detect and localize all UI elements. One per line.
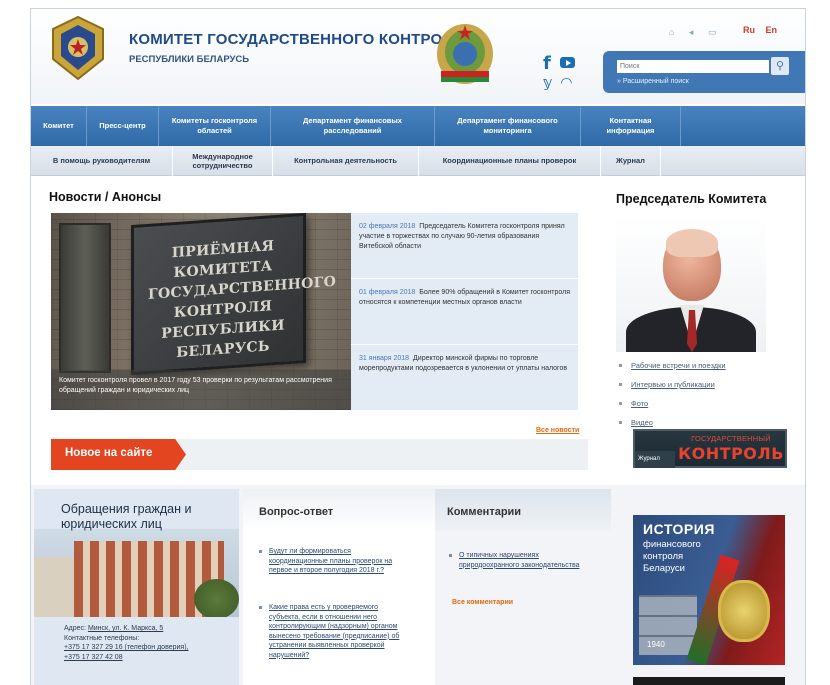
language-switcher: Ru En xyxy=(743,25,785,35)
news-item[interactable]: 31 января 2018 Директор минской фирмы по … xyxy=(351,345,578,411)
chairman-link-video[interactable]: Видео xyxy=(619,418,726,427)
youtube-icon[interactable] xyxy=(560,57,575,68)
side-building xyxy=(34,557,76,617)
comment-text[interactable]: О типичных нарушениях природоохранного з… xyxy=(459,551,589,570)
utility-icons[interactable]: ⌂ ◂ ▭ xyxy=(669,27,722,38)
site-header: КОМИТЕТ ГОСУДАРСТВЕННОГО КОНТРОЛЯ РЕСПУБ… xyxy=(31,9,805,104)
news-date: 01 февраля 2018 xyxy=(359,289,416,296)
chairman-link-photo[interactable]: Фото xyxy=(619,399,726,408)
main-navigation: Комитет Пресс-центр Комитеты госконтроля… xyxy=(31,106,805,146)
link-label[interactable]: Рабочие встречи и поездки xyxy=(631,361,726,370)
advanced-search-link[interactable]: » Расширенный поиск xyxy=(617,78,689,85)
comments-title[interactable]: Комментарии xyxy=(447,506,521,518)
dark-banner-strip[interactable] xyxy=(633,677,785,685)
comment-item[interactable]: О типичных нарушениях природоохранного з… xyxy=(449,551,589,570)
nav-committee[interactable]: Комитет xyxy=(31,106,87,146)
history-subtitle: финансового контроля Беларуси xyxy=(643,539,701,574)
journal-small-label: Журнал xyxy=(635,451,675,468)
new-on-site-bar: Новое на сайте xyxy=(51,439,588,470)
coat-of-arms-icon xyxy=(437,24,493,84)
address-link[interactable]: Минск, ул. К. Маркса, 5 xyxy=(88,625,163,632)
committee-emblem-icon[interactable] xyxy=(49,15,107,81)
photo-caption[interactable]: Комитет госконтроля провел в 2017 году 5… xyxy=(51,370,351,410)
journal-banner[interactable]: Журнал ГОСУДАРСТВЕННЫЙ КОНТРОЛЬ xyxy=(633,429,787,468)
lang-ru-link[interactable]: Ru xyxy=(743,25,755,35)
twitter-icon[interactable]: 𝕪 xyxy=(543,75,552,91)
bullet-icon xyxy=(619,402,622,405)
building-photo[interactable] xyxy=(34,529,239,617)
journal-title: КОНТРОЛЬ xyxy=(678,444,784,463)
nav-international-cooperation[interactable]: Международное сотрудничество xyxy=(173,145,273,176)
appeals-address: Адрес: Минск, ул. К. Маркса, 5 Контактны… xyxy=(64,624,234,662)
all-comments-link[interactable]: Все комментарии xyxy=(452,599,513,606)
qa-question[interactable]: Будут ли формироваться координационные п… xyxy=(269,547,409,576)
rss-icon[interactable]: ◠ xyxy=(561,75,572,91)
chairman-link-interviews[interactable]: Интервью и публикации xyxy=(619,380,726,389)
bullet-icon xyxy=(619,364,622,367)
news-item[interactable]: 02 февраля 2018 Председатель Комитета гос… xyxy=(351,213,578,279)
news-item[interactable]: 01 февраля 2018 Более 90% обращений в Ком… xyxy=(351,279,578,345)
plaque: ПРИЁМНАЯ КОМИТЕТА ГОСУДАРСТВЕННОГО КОНТР… xyxy=(131,213,337,376)
bullet-icon xyxy=(449,554,452,557)
chairman-photo[interactable] xyxy=(616,215,766,352)
page-frame: КОМИТЕТ ГОСУДАРСТВЕННОГО КОНТРОЛЯ РЕСПУБ… xyxy=(30,8,806,685)
qa-title[interactable]: Вопрос-ответ xyxy=(259,506,333,518)
history-banner[interactable]: ИСТОРИЯ финансового контроля Беларуси 19… xyxy=(633,515,785,665)
nav-financial-investigations[interactable]: Департамент финансовых расследований xyxy=(271,106,435,146)
site-title[interactable]: КОМИТЕТ ГОСУДАРСТВЕННОГО КОНТРОЛЯ xyxy=(129,31,464,48)
phone-main[interactable]: +375 17 327 42 08 xyxy=(64,654,123,661)
facebook-icon[interactable]: f xyxy=(543,53,551,74)
bullet-icon xyxy=(619,421,622,424)
link-label[interactable]: Фото xyxy=(631,399,648,408)
search-button[interactable]: ⚲ xyxy=(771,57,789,75)
nav-financial-monitoring[interactable]: Департамент финансового мониторинга xyxy=(435,106,581,146)
news-list: 02 февраля 2018 Председатель Комитета гос… xyxy=(351,213,578,410)
plaque-text: ПРИЁМНАЯ КОМИТЕТА ГОСУДАРСТВЕННОГО КОНТР… xyxy=(148,238,337,361)
link-label[interactable]: Видео xyxy=(631,418,653,427)
nav-contacts[interactable]: Контактная информация xyxy=(581,106,681,146)
site-subtitle: РЕСПУБЛИКИ БЕЛАРУСЬ xyxy=(129,54,250,65)
bullet-icon xyxy=(259,550,262,553)
news-date: 31 января 2018 xyxy=(359,355,410,362)
news-section-title: Новости / Анонсы xyxy=(49,190,162,204)
link-label[interactable]: Интервью и публикации xyxy=(631,380,715,389)
new-on-site-tab[interactable]: Новое на сайте xyxy=(51,439,186,470)
news-featured-photo[interactable]: ПРИЁМНАЯ КОМИТЕТА ГОСУДАРСТВЕННОГО КОНТР… xyxy=(51,213,351,410)
phones-label: Контактные телефоны: xyxy=(64,634,140,642)
bullet-icon xyxy=(619,383,622,386)
nav-help-managers[interactable]: В помощь руководителям xyxy=(31,145,173,176)
journal-top-label: ГОСУДАРСТВЕННЫЙ xyxy=(691,434,771,443)
search-box: ⚲ » Расширенный поиск xyxy=(603,51,805,93)
lang-en-link[interactable]: En xyxy=(766,25,778,35)
glass-door xyxy=(59,223,111,373)
nav-journal[interactable]: Журнал xyxy=(601,145,661,176)
nav-control-activity[interactable]: Контрольная деятельность xyxy=(273,145,419,176)
nav-regional-committees[interactable]: Комитеты госконтроля областей xyxy=(159,106,271,146)
nav-press-center[interactable]: Пресс-центр xyxy=(87,106,159,146)
tree xyxy=(194,579,239,617)
search-input[interactable] xyxy=(617,60,769,73)
qa-item[interactable]: Какие права есть у проверяемого субъекта… xyxy=(259,603,409,660)
social-links: f 𝕪 ◠ xyxy=(543,53,579,93)
address-label: Адрес: xyxy=(64,625,88,632)
phone-trust[interactable]: +375 17 327 29 16 (телефон доверия), xyxy=(64,644,188,651)
chairman-link-meetings[interactable]: Рабочие встречи и поездки xyxy=(619,361,726,370)
appeals-title[interactable]: Обращения граждан и юридических лиц xyxy=(61,502,231,532)
chairman-links: Рабочие встречи и поездки Интервью и пуб… xyxy=(619,361,726,437)
chairman-section-title: Председатель Комитета xyxy=(616,192,767,206)
bullet-icon xyxy=(259,606,262,609)
history-year: 1940 xyxy=(647,640,665,649)
sub-navigation: В помощь руководителям Международное сот… xyxy=(31,145,805,176)
qa-item[interactable]: Будут ли формироваться координационные п… xyxy=(259,547,409,576)
nav-coordination-plans[interactable]: Координационные планы проверок xyxy=(419,145,601,176)
search-icon: ⚲ xyxy=(775,60,785,72)
forehead xyxy=(666,229,718,257)
history-title: ИСТОРИЯ xyxy=(643,521,715,537)
news-date: 02 февраля 2018 xyxy=(359,223,416,230)
qa-question[interactable]: Какие права есть у проверяемого субъекта… xyxy=(269,603,409,660)
all-news-link[interactable]: Все новости xyxy=(536,427,579,434)
medal-icon xyxy=(718,580,770,642)
